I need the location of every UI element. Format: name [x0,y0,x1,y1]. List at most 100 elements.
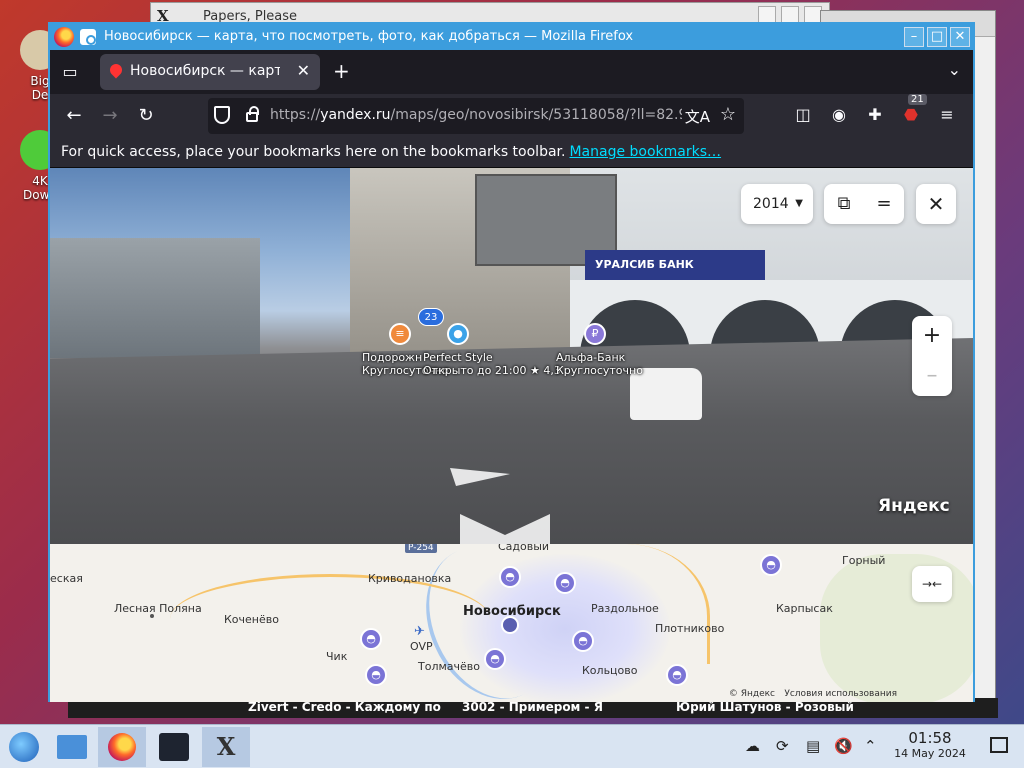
music-item: Юрий Шатунов - Розовый [676,700,854,714]
page-content: УРАЛСИБ БАНК 23 ≡ ● ₽ Подорожн Круглосуто… [50,168,973,702]
firefox-icon [54,27,74,47]
terms-link[interactable]: Условия использования [784,689,897,699]
chevron-down-icon: ▼ [795,198,803,209]
map-label: Лесная Поляна [114,602,202,615]
pin-icon[interactable] [80,29,96,45]
map-label: OVP [410,640,433,653]
yandex-watermark: Яндекс [878,496,950,516]
map-label: еская [50,572,83,585]
balloon-pin-icon[interactable]: ◓ [572,630,594,652]
new-tab-button[interactable]: + [333,59,350,83]
lock-icon[interactable] [246,106,259,122]
map-label: Горный [842,554,886,567]
close-window-button[interactable]: ✕ [950,27,970,47]
tab-close-icon[interactable]: ✕ [297,61,310,80]
poi-cluster[interactable]: 23 [418,308,444,326]
map-label: Садовый [498,544,550,553]
ublock-icon[interactable]: ⬣ [900,104,922,126]
music-item: Zivert - Credo - Каждому по [248,700,441,714]
balloon-pin-icon[interactable]: ◓ [484,648,506,670]
navigation-bar: ← → ↻ https://yandex.ru/maps/geo/novosib… [50,94,973,138]
zoom-out-button[interactable]: – [912,356,952,396]
street-panorama[interactable]: УРАЛСИБ БАНК 23 ≡ ● ₽ Подорожн Круглосуто… [50,168,973,544]
show-desktop-button[interactable] [990,737,1008,753]
taskbar: X ☁ ⟳ ▤ 🔇 ⌃ 01:58 14 May 2024 [0,724,1024,768]
map-label: Коченёво [224,613,279,626]
forward-button[interactable]: → [98,104,122,128]
poi-label[interactable]: Альфа-Банк Круглосуточно [556,351,643,377]
year-selector[interactable]: 2014 ▼ [741,184,813,224]
account-icon[interactable]: ◉ [828,104,850,126]
map-label: Раздольное [591,602,659,615]
poi-icon-alfa-bank[interactable]: ₽ [584,323,606,345]
poi-icon-podorozhnik[interactable]: ≡ [389,323,411,345]
url-text[interactable]: https://yandex.ru/maps/geo/novosibirsk/5… [270,107,682,123]
map-label: Чик [326,650,348,663]
tracking-protection-icon[interactable] [214,106,230,124]
translate-icon[interactable]: 文A [685,106,710,127]
clock[interactable]: 01:58 14 May 2024 [890,729,970,760]
close-panorama-button[interactable]: ✕ [916,184,956,224]
reload-button[interactable]: ↻ [134,104,158,128]
start-button[interactable] [0,727,48,767]
tab-label: Новосибирск — карта, ч [130,63,280,79]
taskbar-firefox[interactable] [98,727,146,767]
window-title: Новосибирск — карта, что посмотреть, фот… [104,29,634,44]
tab-bar: ▭ Новосибирск — карта, ч ✕ + ⌄ [50,50,973,94]
volume-muted-icon[interactable]: 🔇 [834,737,853,755]
firefox-window: Новосибирск — карта, что посмотреть, фот… [48,22,975,702]
building [50,238,260,358]
balloon-pin-icon[interactable]: ◓ [760,554,782,576]
poi-label[interactable]: Perfect Style Открыто до 21:00 ★ 4,3 [423,351,561,377]
bookmarks-toolbar: For quick access, place your bookmarks h… [50,138,973,168]
bookmarks-hint: For quick access, place your bookmarks h… [61,144,566,160]
map-label: Карпысак [776,602,833,615]
tab-novosibirsk[interactable]: Новосибирск — карта, ч ✕ [100,54,320,90]
clock-date: 14 May 2024 [894,747,966,760]
airport-icon[interactable]: ✈ [414,624,425,639]
folder-icon [57,735,87,759]
list-all-tabs-button[interactable]: ⌄ [948,60,961,79]
balloon-pin-icon[interactable]: ◓ [666,664,688,686]
firefox-icon [108,733,136,761]
road-badge: P-254 [405,544,437,553]
update-icon[interactable]: ⟳ [776,737,789,755]
music-item: 3002 - Примером - Я [462,700,603,714]
panorama-tools: ⧉ = [824,184,904,224]
open-external-icon[interactable]: ⧉ [832,192,856,216]
app-x-icon: X [216,732,236,761]
taskbar-file-manager[interactable] [48,727,96,767]
clock-time: 01:58 [908,729,952,747]
balloon-pin-icon[interactable]: ◓ [554,572,576,594]
mini-map[interactable]: P-254 еская Криводановка Лесная Поляна К… [50,544,973,702]
cloud-icon[interactable]: ☁ [745,737,760,755]
zoom-in-button[interactable]: + [912,316,952,356]
bookmark-star-icon[interactable]: ☆ [720,104,736,125]
map-label: Кольцово [582,664,638,677]
taskbar-x-app[interactable]: X [202,727,250,767]
balloon-pin-icon[interactable]: ◓ [360,628,382,650]
pocket-icon[interactable]: ◫ [792,104,814,126]
map-expand-button[interactable]: →← [912,566,952,602]
balloon-pin-icon[interactable]: ◓ [365,664,387,686]
window-titlebar[interactable]: Новосибирск — карта, что посмотреть, фот… [50,24,973,50]
manage-bookmarks-link[interactable]: Manage bookmarks… [569,144,721,160]
map-label: Криводановка [368,572,452,585]
poi-icon-perfect-style[interactable]: ● [447,323,469,345]
clipboard-icon[interactable]: ▤ [806,737,820,755]
minimize-button[interactable]: – [904,27,924,47]
split-view-icon[interactable]: = [872,192,896,216]
back-button[interactable]: ← [62,104,86,128]
copyright-text: © Яндекс [728,689,775,699]
chevron-up-icon[interactable]: ⌃ [864,737,877,755]
current-position-marker[interactable] [501,616,519,634]
extensions-icon[interactable]: ✚ [864,104,886,126]
map-label: Плотниково [655,622,725,635]
app-menu-button[interactable]: ≡ [936,104,958,126]
zoom-control: + – [912,316,952,396]
balloon-pin-icon[interactable]: ◓ [499,566,521,588]
taskbar-terminal[interactable] [150,727,198,767]
maximize-button[interactable]: □ [927,27,947,47]
firefox-view-icon[interactable]: ▭ [60,62,80,82]
url-bar[interactable]: https://yandex.ru/maps/geo/novosibirsk/5… [208,98,744,134]
